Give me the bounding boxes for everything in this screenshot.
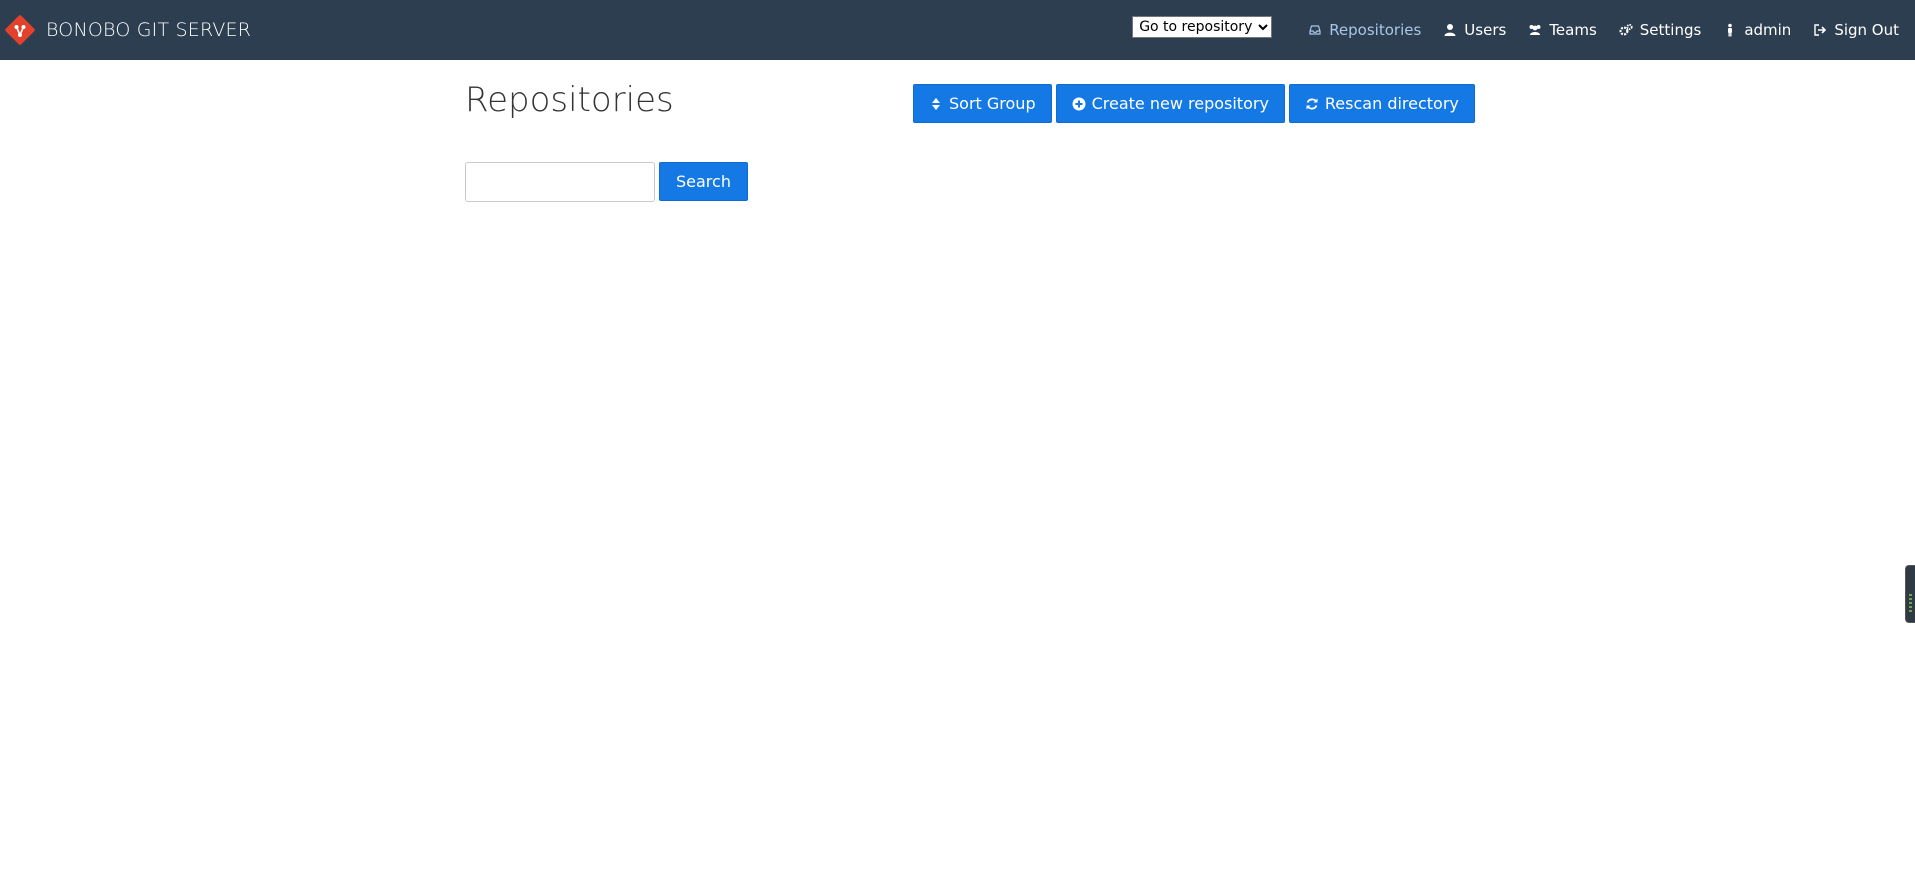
nav-sign-out-label: Sign Out xyxy=(1834,21,1899,39)
sort-group-label: Sort Group xyxy=(949,94,1036,113)
create-repository-label: Create new repository xyxy=(1091,94,1269,113)
nav-menu: Go to repository Repositories Users Team… xyxy=(1132,0,1899,60)
nav-admin-label: admin xyxy=(1744,21,1792,39)
gears-icon xyxy=(1619,23,1633,37)
sort-icon xyxy=(929,97,943,111)
nav-settings[interactable]: Settings xyxy=(1619,21,1702,39)
sort-group-button[interactable]: Sort Group xyxy=(913,84,1052,123)
rescan-directory-label: Rescan directory xyxy=(1324,94,1459,113)
user-icon xyxy=(1443,23,1457,37)
sign-out-icon xyxy=(1813,23,1827,37)
repository-icon xyxy=(1308,23,1322,37)
nav-teams-label: Teams xyxy=(1549,21,1597,39)
brand-link[interactable]: BONOBO GIT SERVER xyxy=(0,0,251,60)
repository-actions: Sort Group Create new repository Rescan … xyxy=(913,84,1475,123)
team-icon xyxy=(1528,23,1542,37)
rescan-directory-button[interactable]: Rescan directory xyxy=(1288,84,1475,123)
plus-circle-icon xyxy=(1072,97,1086,111)
nav-settings-label: Settings xyxy=(1639,21,1702,39)
git-logo-icon xyxy=(4,14,36,46)
nav-admin[interactable]: admin xyxy=(1723,21,1791,39)
go-to-repository-select[interactable]: Go to repository xyxy=(1132,16,1273,38)
search-button[interactable]: Search xyxy=(659,162,748,201)
refresh-icon xyxy=(1305,97,1319,111)
side-panel-handle[interactable] xyxy=(1905,565,1915,623)
nav-users-label: Users xyxy=(1464,21,1507,39)
brand-title: BONOBO GIT SERVER xyxy=(46,19,252,41)
nav-repositories-label: Repositories xyxy=(1329,21,1422,39)
nav-users[interactable]: Users xyxy=(1443,21,1506,39)
person-icon xyxy=(1723,23,1737,37)
top-navbar: BONOBO GIT SERVER Go to repository Repos… xyxy=(0,0,1915,60)
search-input[interactable] xyxy=(465,162,655,202)
nav-repositories[interactable]: Repositories xyxy=(1308,21,1421,39)
page-title: Repositories xyxy=(465,80,674,120)
search-form: Search xyxy=(465,162,748,202)
nav-sign-out[interactable]: Sign Out xyxy=(1813,21,1899,39)
create-repository-button[interactable]: Create new repository xyxy=(1055,84,1285,123)
nav-teams[interactable]: Teams xyxy=(1528,21,1597,39)
